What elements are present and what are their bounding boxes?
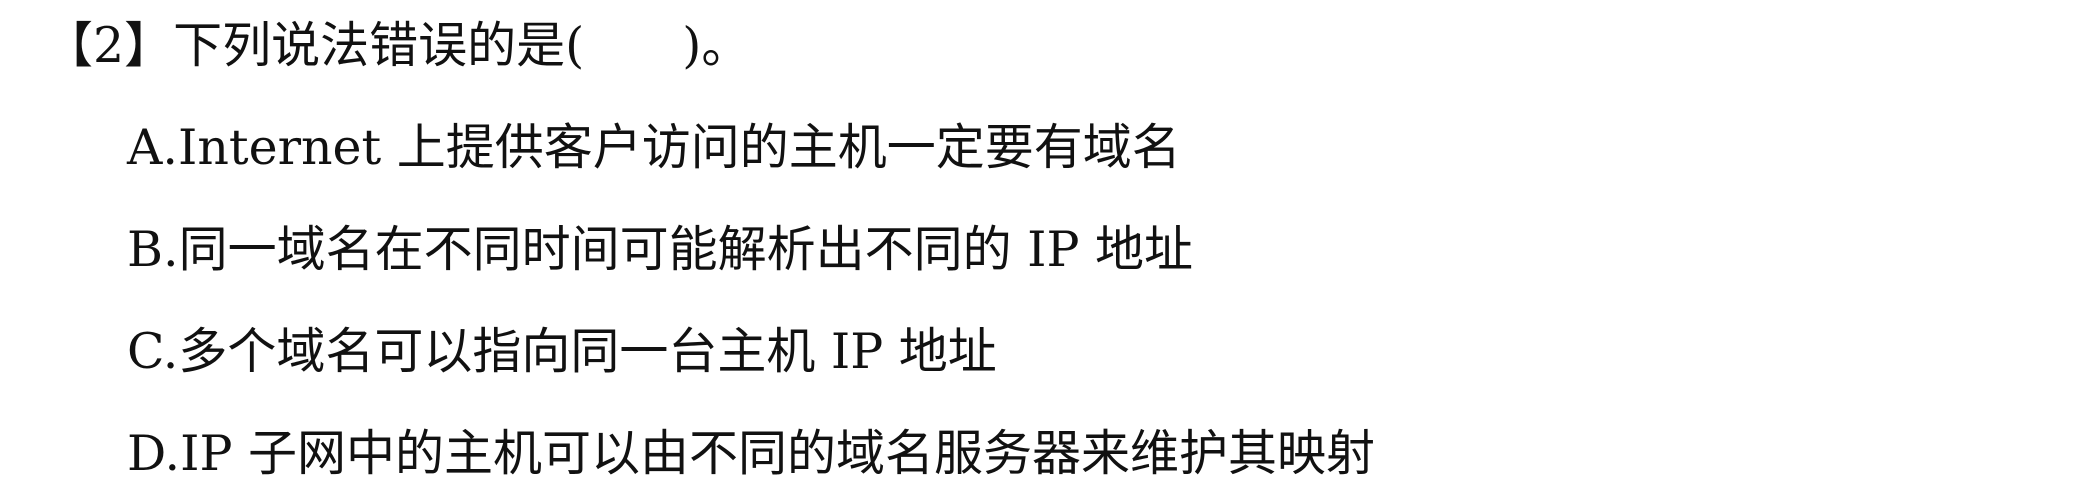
question-block: 【2】下列说法错误的是( )。 A.Internet 上提供客户访问的主机一定要… — [0, 0, 2081, 493]
option-b: B.同一域名在不同时间可能解析出不同的 IP 地址 — [127, 221, 1194, 278]
option-c: C.多个域名可以指向同一台主机 IP 地址 — [127, 323, 997, 380]
option-d: D.IP 子网中的主机可以由不同的域名服务器来维护其映射 — [127, 425, 1376, 482]
option-a: A.Internet 上提供客户访问的主机一定要有域名 — [127, 119, 1181, 176]
question-stem: 【2】下列说法错误的是( )。 — [44, 17, 751, 74]
